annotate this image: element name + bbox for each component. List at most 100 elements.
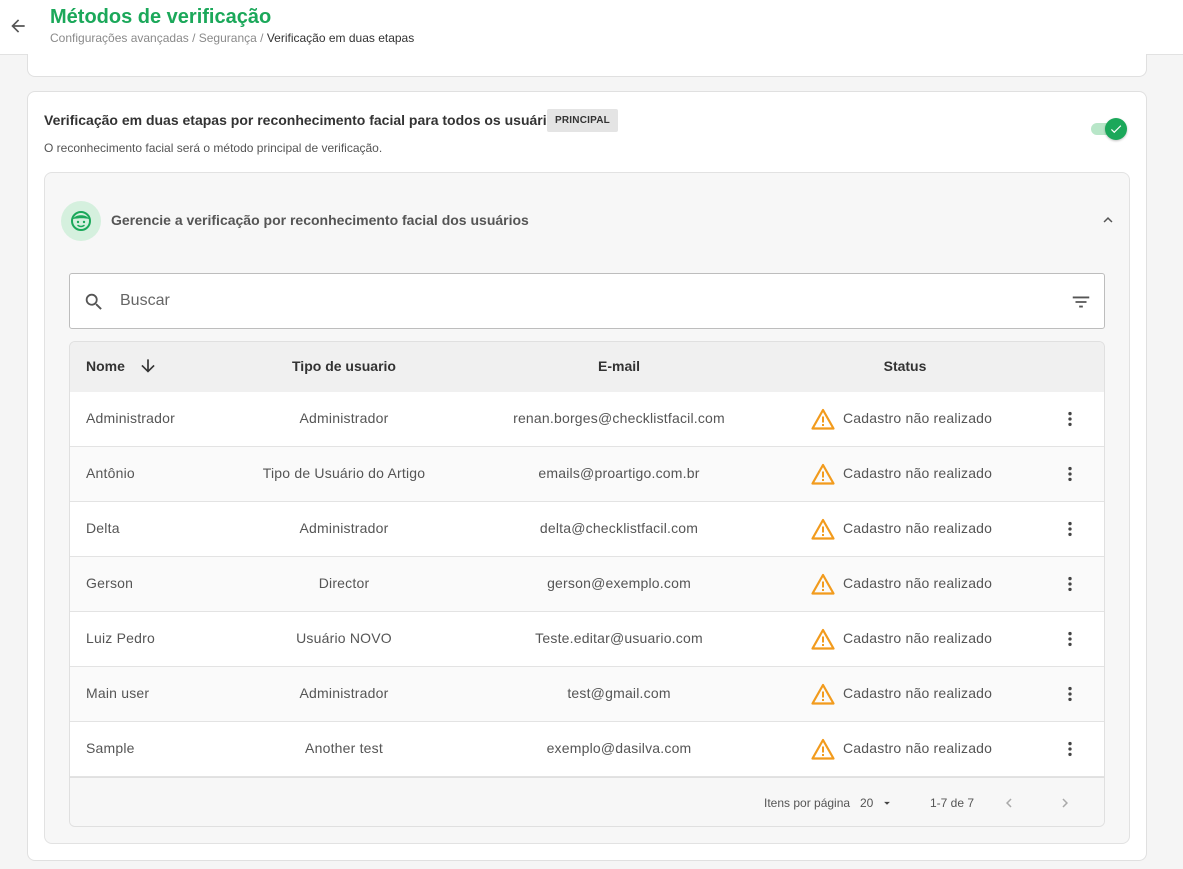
- face-avatar: [61, 201, 101, 241]
- warning-icon: [811, 738, 835, 760]
- table-row[interactable]: Luiz Pedro Usuário NOVO Teste.editar@usuar…: [70, 612, 1104, 667]
- search-box: [69, 273, 1105, 329]
- column-header-nome[interactable]: Nome: [86, 358, 125, 374]
- row-actions-button[interactable]: [1058, 462, 1082, 486]
- cell-status: Cadastro não realizado: [843, 740, 993, 756]
- more-vert-icon: [1068, 741, 1072, 757]
- warning-icon: [811, 463, 835, 485]
- cell-status: Cadastro não realizado: [843, 630, 993, 646]
- warning-icon: [811, 573, 835, 595]
- facial-verification-card: Verificação em duas etapas por reconheci…: [27, 91, 1147, 861]
- more-vert-icon: [1068, 411, 1072, 427]
- row-actions-button[interactable]: [1058, 682, 1082, 706]
- cell-tipo: Administrador: [299, 685, 389, 701]
- cell-nome: Administrador: [86, 410, 175, 426]
- cell-nome: Delta: [86, 520, 120, 536]
- items-per-page-dropdown[interactable]: [880, 796, 894, 810]
- toggle-knob: [1105, 118, 1127, 140]
- chevron-right-icon: [1062, 798, 1068, 808]
- cell-email: test@gmail.com: [567, 685, 671, 701]
- next-page-button[interactable]: [1053, 791, 1077, 815]
- cell-nome: Luiz Pedro: [86, 630, 155, 646]
- collapse-button[interactable]: [1097, 209, 1119, 231]
- row-actions-button[interactable]: [1058, 627, 1082, 651]
- cell-status: Cadastro não realizado: [843, 520, 993, 536]
- more-vert-icon: [1068, 686, 1072, 702]
- more-vert-icon: [1068, 576, 1072, 592]
- cell-email: renan.borges@checklistfacil.com: [513, 410, 725, 426]
- cell-nome: Sample: [86, 740, 135, 756]
- face-icon: [71, 211, 91, 231]
- breadcrumb-current: Verificação em duas etapas: [266, 31, 415, 45]
- cell-nome: Gerson: [86, 575, 134, 591]
- search-icon-wrapper: [83, 291, 105, 313]
- table-body: Administrador Administrador renan.borges@c…: [70, 392, 1104, 777]
- section-title: Gerencie a verificação por reconheciment…: [111, 212, 529, 228]
- row-actions-button[interactable]: [1058, 572, 1082, 596]
- warning-icon: [811, 408, 835, 430]
- row-actions-button[interactable]: [1058, 517, 1082, 541]
- row-actions-button[interactable]: [1058, 737, 1082, 761]
- top-bar: Métodos de verificação Configurações ava…: [0, 0, 1183, 55]
- column-header-email: E-mail: [597, 358, 641, 374]
- card-subtitle: O reconhecimento facial será o método pr…: [44, 141, 383, 155]
- page-range: 1-7 de 7: [930, 796, 975, 810]
- column-header-tipo: Tipo de usuario: [292, 358, 396, 374]
- users-table: Nome Tipo de usuario E-mail Status Admin…: [69, 341, 1105, 827]
- items-per-page-select[interactable]: 20: [860, 796, 873, 810]
- cell-status: Cadastro não realizado: [843, 575, 993, 591]
- table-row[interactable]: Antônio Tipo de Usuário do Artigo emails@p…: [70, 447, 1104, 502]
- cell-tipo: Administrador: [299, 520, 389, 536]
- table-row[interactable]: Delta Administrador delta@checklistfacil.c…: [70, 502, 1104, 557]
- caret-down-icon: [884, 801, 890, 805]
- table-footer: Itens por página 20 1-7 de 7: [70, 777, 1104, 826]
- check-icon: [1110, 125, 1122, 134]
- cell-tipo: Usuário NOVO: [296, 630, 392, 646]
- table-row[interactable]: Sample Another test exemplo@dasilva.com Cad…: [70, 722, 1104, 777]
- previous-page-button[interactable]: [997, 791, 1021, 815]
- items-per-page-label: Itens por página: [764, 796, 851, 810]
- search-icon: [85, 293, 102, 310]
- back-button[interactable]: [6, 14, 30, 38]
- breadcrumb: Configurações avançadas / Segurança / Ve…: [50, 31, 414, 45]
- column-header-status: Status: [883, 358, 927, 374]
- cell-tipo: Tipo de Usuário do Artigo: [262, 465, 426, 481]
- cell-nome: Antônio: [86, 465, 135, 481]
- warning-icon: [811, 683, 835, 705]
- manage-users-panel: Gerencie a verificação por reconheciment…: [44, 172, 1130, 844]
- cell-nome: Main user: [86, 685, 150, 701]
- card-title: Verificação em duas etapas por reconheci…: [44, 112, 563, 128]
- warning-icon: [811, 518, 835, 540]
- arrow-left-icon: [11, 19, 25, 33]
- more-vert-icon: [1068, 521, 1072, 537]
- sort-button[interactable]: [138, 356, 158, 376]
- cell-tipo: Director: [318, 575, 370, 591]
- search-input[interactable]: [120, 286, 1040, 316]
- cell-tipo: Another test: [305, 740, 383, 756]
- principal-badge: PRINCIPAL: [547, 109, 618, 132]
- cell-email: delta@checklistfacil.com: [539, 520, 699, 536]
- cell-status: Cadastro não realizado: [843, 685, 993, 701]
- cell-email: exemplo@dasilva.com: [546, 740, 692, 756]
- previous-card: [27, 54, 1147, 77]
- table-row[interactable]: Gerson Director gerson@exemplo.com Cadastro…: [70, 557, 1104, 612]
- arrow-down-icon: [141, 359, 155, 373]
- facial-verification-toggle[interactable]: [1091, 118, 1127, 140]
- chevron-left-icon: [1006, 798, 1012, 808]
- breadcrumb-path[interactable]: Configurações avançadas / Segurança /: [50, 31, 267, 45]
- more-vert-icon: [1068, 631, 1072, 647]
- more-vert-icon: [1068, 466, 1072, 482]
- page-title: Métodos de verificação: [50, 6, 272, 28]
- table-header: Nome Tipo de usuario E-mail Status: [70, 342, 1104, 392]
- row-actions-button[interactable]: [1058, 407, 1082, 431]
- cell-email: gerson@exemplo.com: [547, 575, 691, 591]
- filter-icon: [1072, 296, 1090, 308]
- table-row[interactable]: Administrador Administrador renan.borges@c…: [70, 392, 1104, 447]
- warning-icon: [811, 628, 835, 650]
- cell-email: Teste.editar@usuario.com: [535, 630, 703, 646]
- cell-email: emails@proartigo.com.br: [538, 465, 700, 481]
- table-row[interactable]: Main user Administrador test@gmail.com Cada…: [70, 667, 1104, 722]
- filter-button[interactable]: [1068, 289, 1094, 315]
- chevron-up-icon: [1103, 217, 1113, 223]
- cell-tipo: Administrador: [299, 410, 389, 426]
